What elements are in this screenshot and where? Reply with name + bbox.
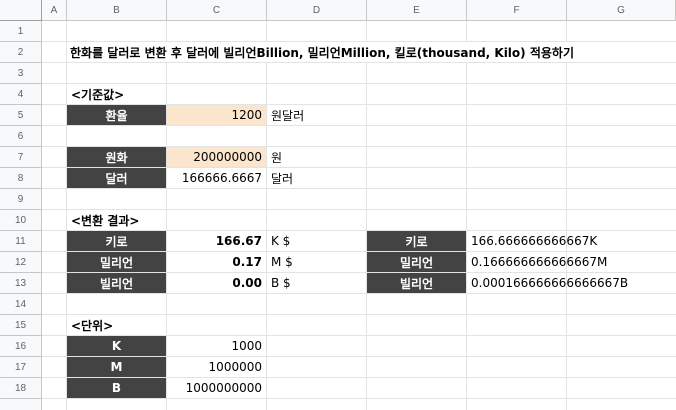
usd-label-cell[interactable]: 달러	[67, 168, 166, 188]
row-header-3[interactable]: 3	[0, 63, 42, 84]
column-header-c[interactable]: C	[167, 0, 267, 21]
million-text-cell[interactable]: 0.166666666666667M	[467, 252, 611, 272]
rate-unit-cell[interactable]: 원달러	[267, 105, 308, 125]
krw-value-cell[interactable]: 200000000	[167, 147, 266, 167]
row-header-19[interactable]	[0, 399, 42, 410]
row-header-5[interactable]: 5	[0, 105, 42, 126]
row-header-6[interactable]: 6	[0, 126, 42, 147]
row-header-17[interactable]: 17	[0, 357, 42, 378]
row-header-13[interactable]: 13	[0, 273, 42, 294]
row-header-4[interactable]: 4	[0, 84, 42, 105]
unit-m-label-cell[interactable]: M	[67, 357, 166, 377]
row-header-8[interactable]: 8	[0, 168, 42, 189]
million-value-cell[interactable]: 0.17	[167, 252, 266, 272]
billion-label-cell-2[interactable]: 빌리언	[367, 273, 466, 293]
usd-unit-cell[interactable]: 달러	[267, 168, 297, 188]
row-header-18[interactable]: 18	[0, 378, 42, 399]
column-header-e[interactable]: E	[367, 0, 467, 21]
unit-b-label-cell[interactable]: B	[67, 378, 166, 398]
column-header-f[interactable]: F	[467, 0, 567, 21]
row-header-9[interactable]: 9	[0, 189, 42, 210]
result-heading[interactable]: <변환 결과>	[67, 210, 144, 230]
row-header-1[interactable]: 1	[0, 21, 42, 42]
row-header-2[interactable]: 2	[0, 42, 42, 63]
unit-k-value-cell[interactable]: 1000	[167, 336, 266, 356]
select-all-corner[interactable]	[0, 0, 42, 21]
column-header-b[interactable]: B	[67, 0, 167, 21]
row-header-7[interactable]: 7	[0, 147, 42, 168]
unit-k-label-cell[interactable]: K	[67, 336, 166, 356]
column-header-a[interactable]: A	[42, 0, 67, 21]
row-header-12[interactable]: 12	[0, 252, 42, 273]
row-header-11[interactable]: 11	[0, 231, 42, 252]
krw-unit-cell[interactable]: 원	[267, 147, 286, 167]
billion-unit-cell[interactable]: B $	[267, 273, 295, 293]
rate-value-cell[interactable]: 1200	[167, 105, 266, 125]
kilo-label-cell[interactable]: 키로	[67, 231, 166, 251]
row-header-16[interactable]: 16	[0, 336, 42, 357]
billion-value-cell[interactable]: 0.00	[167, 273, 266, 293]
sheet-title[interactable]: 한화를 달러로 변환 후 달러에 빌리언Billion, 밀리언Million,…	[67, 42, 578, 62]
unit-m-value-cell[interactable]: 1000000	[167, 357, 266, 377]
units-heading[interactable]: <단위>	[67, 315, 118, 335]
column-header-d[interactable]: D	[267, 0, 367, 21]
row-header-15[interactable]: 15	[0, 315, 42, 336]
unit-b-value-cell[interactable]: 1000000000	[167, 378, 266, 398]
billion-label-cell[interactable]: 빌리언	[67, 273, 166, 293]
kilo-text-cell[interactable]: 166.666666666667K	[467, 231, 601, 251]
rate-label-cell[interactable]: 환율	[67, 105, 166, 125]
row-header-14[interactable]: 14	[0, 294, 42, 315]
base-heading[interactable]: <기준값>	[67, 84, 129, 104]
million-label-cell-2[interactable]: 밀리언	[367, 252, 466, 272]
million-unit-cell[interactable]: M $	[267, 252, 297, 272]
kilo-unit-cell[interactable]: K $	[267, 231, 294, 251]
spreadsheet-grid: A B C D E F G 1 2 3 4 5 6 7 8 9 10 11 12…	[0, 0, 676, 410]
column-header-g[interactable]: G	[567, 0, 676, 21]
kilo-value-cell[interactable]: 166.67	[167, 231, 266, 251]
billion-text-cell[interactable]: 0.000166666666666667B	[467, 273, 632, 293]
row-header-10[interactable]: 10	[0, 210, 42, 231]
million-label-cell[interactable]: 밀리언	[67, 252, 166, 272]
krw-label-cell[interactable]: 원화	[67, 147, 166, 167]
kilo-label-cell-2[interactable]: 키로	[367, 231, 466, 251]
usd-value-cell[interactable]: 166666.6667	[167, 168, 266, 188]
